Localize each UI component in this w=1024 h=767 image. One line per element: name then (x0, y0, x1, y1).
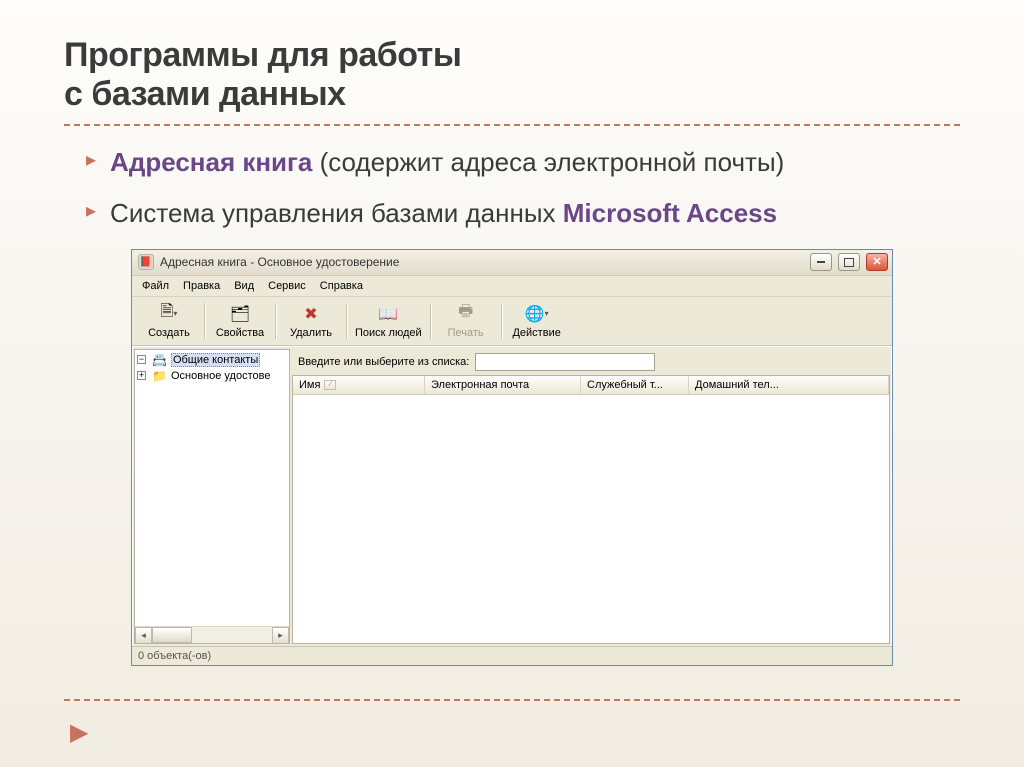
sort-indicator-icon[interactable]: ⁄ (324, 380, 336, 390)
toolbar: 🗎▾ Создать 🗂 Свойства ✖ Удалить 📖 Поиск … (132, 297, 892, 346)
bullet-marker-icon: ▸ (86, 195, 96, 227)
contacts-icon: 📇 (152, 353, 167, 367)
status-bar: 0 объекта(-ов) (132, 646, 892, 665)
column-home-phone[interactable]: Домашний тел... (689, 376, 889, 394)
folder-icon: 📁 (152, 369, 167, 383)
bullet-list: ▸ Адресная книга (содержит адреса электр… (64, 144, 960, 231)
folder-tree[interactable]: − 📇 Общие контакты + 📁 Основное удостове… (134, 349, 290, 644)
highlight-text: Адресная книга (110, 147, 312, 177)
scroll-right-button[interactable]: ▸ (272, 627, 289, 644)
column-email[interactable]: Электронная почта (425, 376, 581, 394)
list-body[interactable] (293, 395, 889, 643)
column-name[interactable]: Имя ⁄ (293, 376, 425, 394)
toolbar-separator (501, 303, 502, 339)
create-button[interactable]: 🗎▾ Создать (138, 301, 200, 341)
delete-icon: ✖ (299, 303, 323, 325)
new-card-icon: 🗎▾ (157, 303, 181, 325)
window-titlebar[interactable]: 📕 Адресная книга - Основное удостоверени… (132, 250, 892, 276)
title-divider (64, 124, 960, 126)
bullet-rest: (содержит адреса электронной почты) (312, 147, 784, 177)
search-label: Введите или выберите из списка: (298, 356, 469, 368)
book-icon: 📖 (376, 303, 400, 325)
menu-edit[interactable]: Правка (177, 278, 226, 294)
scroll-thumb[interactable] (152, 627, 192, 643)
menu-view[interactable]: Вид (228, 278, 260, 294)
card-icon: 🗂 (228, 303, 252, 325)
bullet-marker-icon: ▸ (86, 144, 96, 176)
address-book-window: 📕 Адресная книга - Основное удостоверени… (131, 249, 893, 666)
list-item: ▸ Адресная книга (содержит адреса электр… (86, 144, 960, 180)
menu-file[interactable]: Файл (136, 278, 175, 294)
find-people-button[interactable]: 📖 Поиск людей (351, 301, 426, 341)
tree-item-main-identity[interactable]: + 📁 Основное удостове (135, 368, 289, 384)
maximize-button[interactable] (838, 253, 860, 271)
expand-toggle-icon[interactable]: + (137, 371, 146, 380)
tree-item-shared-contacts[interactable]: − 📇 Общие контакты (135, 352, 289, 368)
menu-tools[interactable]: Сервис (262, 278, 312, 294)
expand-toggle-icon[interactable]: − (137, 355, 146, 364)
column-work-phone[interactable]: Служебный т... (581, 376, 689, 394)
search-input[interactable] (475, 353, 655, 371)
slide-corner-arrow-icon: ▶ (70, 718, 88, 747)
menu-bar: Файл Правка Вид Сервис Справка (132, 276, 892, 297)
toolbar-separator (430, 303, 431, 339)
properties-button[interactable]: 🗂 Свойства (209, 301, 271, 341)
slide-title: Программы для работыс базами данных (64, 36, 960, 114)
footer-divider (64, 699, 960, 701)
globe-icon: 🌐▾ (525, 303, 549, 325)
list-item: ▸ Система управления базами данных Micro… (86, 195, 960, 231)
address-book-icon: 📕 (138, 254, 154, 270)
minimize-button[interactable] (810, 253, 832, 271)
bullet-pre: Система управления базами данных (110, 198, 563, 228)
menu-help[interactable]: Справка (314, 278, 369, 294)
printer-icon: 🖶 (454, 303, 478, 325)
toolbar-separator (275, 303, 276, 339)
toolbar-separator (204, 303, 205, 339)
column-headers: Имя ⁄ Электронная почта Служебный т... Д… (293, 376, 889, 395)
bullet-text: Система управления базами данных Microso… (110, 195, 777, 231)
horizontal-scrollbar[interactable]: ◂ ▸ (135, 626, 289, 643)
print-button[interactable]: 🖶 Печать (435, 301, 497, 341)
window-title: Адресная книга - Основное удостоверение (160, 255, 399, 269)
contacts-list[interactable]: Имя ⁄ Электронная почта Служебный т... Д… (292, 375, 890, 644)
close-button[interactable] (866, 253, 888, 271)
toolbar-separator (346, 303, 347, 339)
bullet-text: Адресная книга (содержит адреса электрон… (110, 144, 784, 180)
highlight-text: Microsoft Access (563, 198, 777, 228)
delete-button[interactable]: ✖ Удалить (280, 301, 342, 341)
action-button[interactable]: 🌐▾ Действие (506, 301, 568, 341)
scroll-left-button[interactable]: ◂ (135, 627, 152, 644)
